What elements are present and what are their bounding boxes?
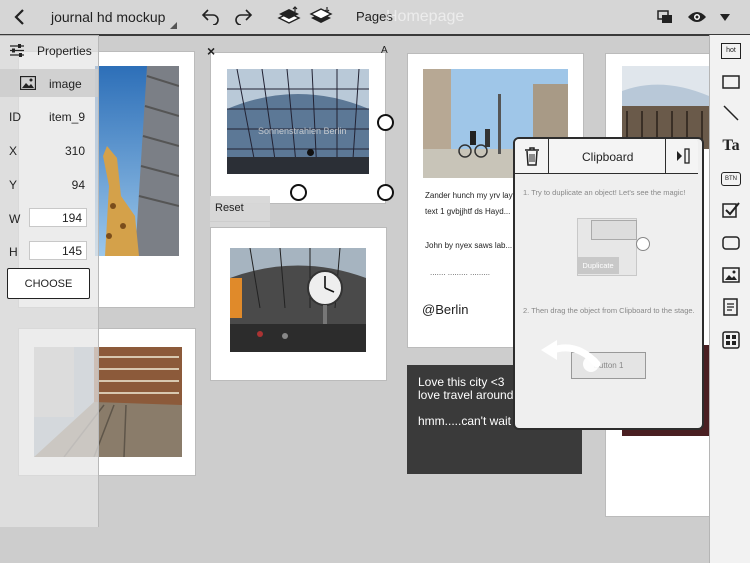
line-icon[interactable] bbox=[718, 101, 744, 125]
project-title[interactable]: journal hd mockup bbox=[51, 9, 165, 25]
collapse-right-icon[interactable] bbox=[665, 139, 699, 173]
field-label-w: W bbox=[9, 212, 21, 226]
eye-icon[interactable] bbox=[686, 8, 708, 26]
right-tool-palette: hot Ta BTN bbox=[709, 35, 750, 563]
undo-icon[interactable] bbox=[200, 6, 222, 26]
dark-card-line-2: love travel around bbox=[418, 388, 514, 402]
clipboard-step-1: 1. Try to duplicate an object! Let's see… bbox=[523, 188, 686, 197]
height-input[interactable]: 145 bbox=[29, 241, 87, 260]
resize-handle-corner[interactable] bbox=[377, 184, 394, 201]
corner-anchor-label: A bbox=[381, 45, 388, 56]
field-label-id: ID bbox=[9, 110, 21, 124]
clipboard-title: Clipboard bbox=[582, 150, 634, 164]
sliders-icon bbox=[8, 43, 26, 57]
button-icon[interactable]: BTN bbox=[718, 167, 744, 191]
text-icon[interactable]: Ta bbox=[718, 134, 744, 158]
caret-down-icon[interactable] bbox=[718, 10, 732, 24]
layer-down-icon[interactable] bbox=[308, 5, 334, 27]
properties-header[interactable]: Properties bbox=[37, 44, 92, 58]
note-dots: ....... ......... ......... bbox=[430, 268, 491, 277]
demo-object bbox=[591, 220, 637, 240]
demo-handle bbox=[636, 237, 650, 251]
chevron-left-icon[interactable] bbox=[10, 6, 30, 28]
demo-duplicate-label: Duplicate bbox=[577, 257, 619, 274]
field-value-x[interactable]: 310 bbox=[65, 144, 85, 158]
clipboard-panel: Clipboard 1. Try to duplicate an object!… bbox=[513, 137, 704, 430]
grid-icon[interactable] bbox=[718, 328, 744, 352]
reset-menu-item[interactable]: Reset bbox=[210, 196, 270, 221]
glass-roof-photo[interactable] bbox=[227, 69, 369, 174]
page-name-ghost: Homepage bbox=[386, 8, 465, 25]
resize-handle-right[interactable] bbox=[377, 114, 394, 131]
photo-caption-overlay: Sonnenstrahlen Berlin bbox=[258, 126, 347, 136]
fullscreen-icon[interactable] bbox=[656, 8, 674, 26]
field-label-x: X bbox=[9, 144, 18, 158]
redo-icon[interactable] bbox=[232, 6, 254, 26]
dark-card-line-1: Love this city <3 bbox=[418, 375, 505, 389]
object-type-label: image bbox=[49, 77, 82, 91]
note-icon[interactable] bbox=[718, 295, 744, 319]
width-input[interactable]: 194 bbox=[29, 208, 87, 227]
rectangle-icon[interactable] bbox=[718, 70, 744, 94]
clipboard-step-2: 2. Then drag the object from Clipboard t… bbox=[523, 306, 695, 315]
hot-icon[interactable]: hot bbox=[718, 39, 744, 63]
field-label-h: H bbox=[9, 245, 18, 259]
resize-handle-bottom[interactable] bbox=[290, 184, 307, 201]
note-line-3: John by nyex saws lab... bbox=[425, 241, 513, 250]
top-toolbar: journal hd mockup Pages Homepage bbox=[0, 0, 750, 36]
properties-panel: Properties image ID item_9 X 310 Y 94 W … bbox=[0, 35, 99, 527]
hot-label: hot bbox=[721, 43, 741, 59]
giraffe-photo[interactable] bbox=[95, 66, 179, 256]
note-tag: @Berlin bbox=[422, 302, 469, 317]
btn-label: BTN bbox=[721, 172, 741, 186]
note-line-2: text 1 gvbjjhtf ds Hayd... bbox=[425, 207, 511, 216]
field-value-y[interactable]: 94 bbox=[72, 178, 85, 192]
checkbox-icon[interactable] bbox=[718, 198, 744, 222]
close-selection-icon[interactable]: × bbox=[207, 43, 215, 59]
choose-image-button[interactable]: CHOOSE bbox=[7, 268, 90, 299]
station-clock-photo[interactable] bbox=[230, 248, 366, 352]
layer-up-icon[interactable] bbox=[276, 5, 302, 27]
drag-arrow-icon bbox=[541, 340, 601, 372]
field-value-id[interactable]: item_9 bbox=[49, 110, 85, 124]
dropdown-corner-icon bbox=[170, 22, 177, 29]
trash-icon[interactable] bbox=[515, 139, 549, 173]
input-box-icon[interactable] bbox=[718, 231, 744, 255]
note-line-1: Zander hunch my yrv layv bbox=[425, 191, 517, 200]
dark-card-line-3: hmm.....can't wait bbox=[418, 414, 511, 428]
field-label-y: Y bbox=[9, 178, 18, 192]
image-icon bbox=[19, 75, 37, 91]
rotate-pivot[interactable] bbox=[307, 149, 314, 156]
image-icon[interactable] bbox=[718, 263, 744, 287]
